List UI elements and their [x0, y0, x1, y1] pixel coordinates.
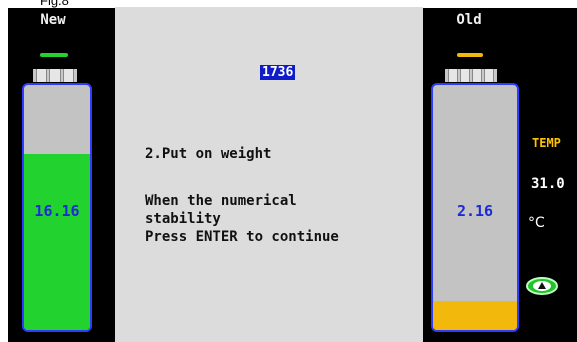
- temp-unit: °C: [528, 215, 545, 231]
- step-text: 2.Put on weight: [145, 146, 272, 162]
- old-tank-value: 2.16: [456, 202, 494, 220]
- new-tank-value: 16.16: [34, 202, 80, 220]
- old-tank-title: Old: [456, 12, 482, 28]
- message-panel: 1736 2.Put on weight When the numerical …: [115, 7, 423, 342]
- instruction-line-3: Press ENTER to continue: [145, 229, 339, 245]
- temp-value: 31.0: [531, 176, 565, 192]
- temp-label: TEMP: [532, 136, 561, 150]
- instruction-line-2: stability: [145, 211, 221, 227]
- new-tank-title: New: [40, 12, 66, 28]
- old-cap-indicator: [457, 53, 483, 57]
- code-display: 1736: [260, 65, 296, 80]
- new-tank-fill: [24, 153, 90, 330]
- old-tank-fill: [433, 300, 517, 330]
- new-tank-cap: [33, 69, 77, 82]
- eye-icon: [526, 277, 558, 295]
- new-tank: 16.16: [22, 83, 92, 332]
- instruction-line-1: When the numerical: [145, 193, 297, 209]
- device-screen: New 16.16 1736 2.Put on weight When the …: [8, 7, 577, 342]
- old-tank: 2.16: [431, 83, 519, 332]
- old-tank-cap: [445, 69, 497, 82]
- figure-label: Fig.8: [40, 0, 69, 8]
- new-cap-indicator: [40, 53, 68, 57]
